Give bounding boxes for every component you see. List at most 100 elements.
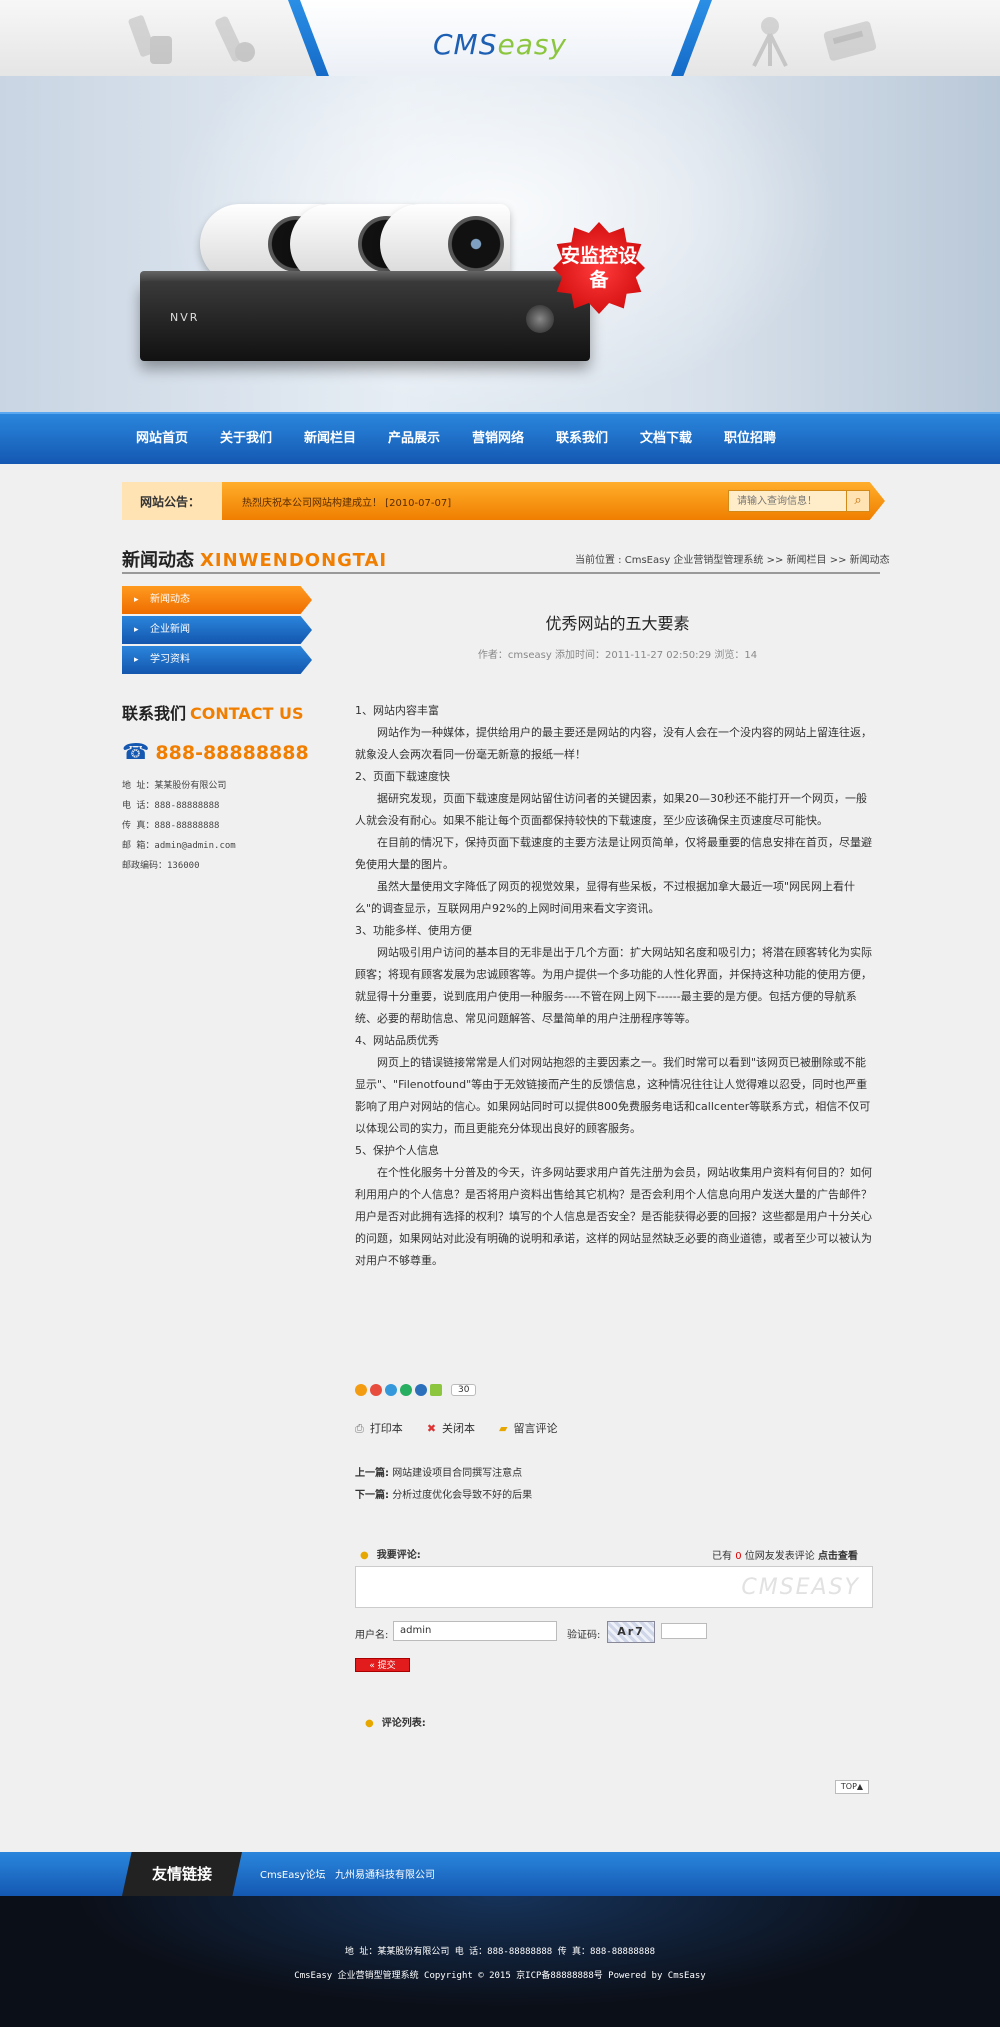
share-bar: 30 — [355, 1384, 477, 1396]
article-subheading: 5、保护个人信息 — [355, 1144, 439, 1157]
captcha-image[interactable]: Ar7 — [607, 1621, 655, 1643]
friend-links-label: 友情链接 — [122, 1852, 242, 1896]
article-subheading: 4、网站品质优秀 — [355, 1034, 439, 1047]
comment-textarea[interactable]: CMSEASY — [355, 1566, 873, 1608]
comment-count: 已有 0 位网友发表评论 点击查看 — [712, 1547, 858, 1562]
comment-header-label: 我要评论: — [376, 1550, 421, 1561]
search-icon: ⌕ — [854, 493, 862, 508]
nav-item-marketing[interactable]: 营销网络 — [456, 414, 540, 464]
footer-contact: 地 址：某某股份有限公司 电 话：888-88888888 传 真：888-88… — [344, 1947, 656, 1957]
next-label: 下一篇: — [355, 1490, 389, 1501]
share-count: 30 — [451, 1384, 477, 1396]
nvr-device-image: NVR — [140, 281, 590, 361]
nav-item-products[interactable]: 产品展示 — [372, 414, 456, 464]
share-more-icon[interactable] — [430, 1384, 442, 1396]
search-input[interactable] — [728, 490, 848, 512]
contact-title: 联系我们 CONTACT US — [122, 700, 304, 724]
contact-phone: ☎ 888-88888888 — [122, 740, 309, 765]
share-icon[interactable] — [355, 1384, 367, 1396]
arrow-right-icon: ▸ — [134, 595, 139, 605]
print-button[interactable]: ⎙ 打印本 — [355, 1420, 403, 1436]
nav-item-about[interactable]: 关于我们 — [204, 414, 288, 464]
print-label: 打印本 — [369, 1422, 403, 1435]
close-button[interactable]: ✖ 关闭本 — [427, 1420, 475, 1436]
nav-item-news[interactable]: 新闻栏目 — [288, 414, 372, 464]
section-title-cn: 新闻动态 — [122, 550, 194, 571]
logo-easy-text: easy — [497, 28, 568, 61]
article-title: 优秀网站的五大要素 — [545, 614, 690, 633]
prev-article: 上一篇: 网站建设项目合同撰写注意点 — [355, 1464, 522, 1479]
back-to-top-button[interactable]: TOP▲ — [835, 1780, 869, 1794]
username-input[interactable]: admin — [393, 1621, 557, 1641]
section-title-en: XINWENDONGTAI — [200, 550, 388, 571]
article-subheading: 3、功能多样、使用方便 — [355, 924, 472, 937]
comment-label: 留言评论 — [513, 1422, 558, 1435]
friend-link[interactable]: 九州易通科技有限公司 — [335, 1866, 435, 1881]
article-paragraph: 网页上的错误链接常常是人们对网站抱怨的主要因素之一。我们时常可以看到"该网页已被… — [355, 1056, 871, 1135]
comment-list-header: ● 评论列表: — [365, 1714, 426, 1729]
nav-item-home[interactable]: 网站首页 — [120, 414, 204, 464]
article-tools: ⎙ 打印本 ✖ 关闭本 ▰ 留言评论 — [355, 1420, 582, 1436]
count-prefix: 已有 — [712, 1551, 732, 1562]
printer-icon: ⎙ — [355, 1422, 364, 1435]
section-title: 新闻动态 XINWENDONGTAI — [122, 546, 387, 572]
footer-copyright: CmsEasy 企业营销型管理系统 Copyright © 2015 京ICP备… — [294, 1971, 706, 1981]
arrow-right-icon: ▸ — [134, 625, 139, 635]
nav-item-downloads[interactable]: 文档下载 — [624, 414, 708, 464]
telephone-icon: ☎ — [122, 740, 150, 765]
article-subheading: 2、页面下载速度快 — [355, 770, 450, 783]
section-divider — [122, 572, 880, 574]
article-paragraph: 在目前的情况下，保持页面下载速度的主要方法是让网页简单，仅将最重要的信息安排在首… — [355, 836, 872, 871]
comment-list-label: 评论列表: — [381, 1718, 426, 1729]
share-icon[interactable] — [370, 1384, 382, 1396]
bullet-icon: ● — [365, 1718, 374, 1729]
contact-email: 邮 箱：admin@admin.com — [122, 841, 236, 851]
sidebar-item-news[interactable]: ▸ 新闻动态 — [122, 586, 312, 614]
article-paragraph: 在个性化服务十分普及的今天，许多网站要求用户首先注册为会员，网站收集用户资料有何… — [355, 1166, 872, 1267]
next-link[interactable]: 分析过度优化会导致不好的后果 — [392, 1490, 532, 1501]
captcha-input[interactable] — [661, 1623, 707, 1639]
count-suffix: 位网友发表评论 — [744, 1551, 815, 1562]
prev-link[interactable]: 网站建设项目合同撰写注意点 — [392, 1468, 522, 1479]
wrench-icon — [215, 16, 255, 62]
next-article: 下一篇: 分析过度优化会导致不好的后果 — [355, 1486, 532, 1501]
sidebar-item-label: 企业新闻 — [150, 624, 190, 635]
nav-item-jobs[interactable]: 职位招聘 — [708, 414, 792, 464]
handset-icon — [128, 15, 172, 64]
view-comments-link[interactable]: 点击查看 — [818, 1551, 858, 1562]
notice-text[interactable]: 热烈庆祝本公司网站构建成立！ [2010-07-07] — [242, 494, 451, 509]
notice-bar: 网站公告： 热烈庆祝本公司网站构建成立！ [2010-07-07] ⌕ — [122, 482, 885, 520]
article-body: 1、网站内容丰富网站作为一种媒体，提供给用户的最主要还是网站的内容，没有人会在一… — [355, 700, 875, 1272]
contact-tel: 电 话：888-88888888 — [122, 801, 220, 811]
sidebar-item-label: 学习资料 — [150, 654, 190, 665]
arrow-right-icon: ▸ — [134, 655, 139, 665]
breadcrumb[interactable]: 当前位置 : CmsEasy 企业营销型管理系统 >> 新闻栏目 >> 新闻动态 — [575, 551, 890, 566]
share-icon[interactable] — [400, 1384, 412, 1396]
article-paragraph: 据研究发现，页面下载速度是网站留住访问者的关键因素，如果20—30秒还不能打开一… — [355, 792, 867, 827]
main-nav: 网站首页 关于我们 新闻栏目 产品展示 营销网络 联系我们 文档下载 职位招聘 — [0, 412, 1000, 464]
comment-watermark: CMSEASY — [741, 1575, 860, 1600]
friend-link[interactable]: CmsEasy论坛 — [260, 1866, 326, 1881]
article-paragraph: 虽然大量使用文字降低了网页的视觉效果，显得有些呆板，不过根据加拿大最近一项"网民… — [355, 880, 856, 915]
logo-cms-text: CMS — [432, 28, 498, 61]
banner: NVR 安监控设备 — [0, 76, 1000, 412]
contact-title-cn: 联系我们 — [122, 704, 187, 723]
sidebar-item-company-news[interactable]: ▸ 企业新闻 — [122, 616, 312, 644]
article-paragraph: 网站作为一种媒体，提供给用户的最主要还是网站的内容，没有人会在一个没内容的网站上… — [355, 726, 872, 761]
count-value: 0 — [735, 1551, 742, 1562]
share-icon[interactable] — [385, 1384, 397, 1396]
close-label: 关闭本 — [442, 1422, 476, 1435]
footer: 地 址：某某股份有限公司 电 话：888-88888888 传 真：888-88… — [0, 1896, 1000, 2027]
search-button[interactable]: ⌕ — [846, 490, 870, 512]
phone-number: 888-88888888 — [155, 742, 309, 764]
share-icon[interactable] — [415, 1384, 427, 1396]
article-paragraph: 网站吸引用户访问的基本目的无非是出于几个方面：扩大网站知名度和吸引力；将潜在顾客… — [355, 946, 872, 1025]
submit-button[interactable]: « 提交 — [355, 1658, 410, 1672]
notice-label: 网站公告： — [140, 495, 201, 509]
comment-button[interactable]: ▰ 留言评论 — [499, 1420, 557, 1436]
logo[interactable]: CMSeasy — [300, 0, 700, 84]
article-subheading: 1、网站内容丰富 — [355, 704, 439, 717]
nav-item-contact[interactable]: 联系我们 — [540, 414, 624, 464]
close-icon: ✖ — [426, 1422, 437, 1435]
sidebar-item-study[interactable]: ▸ 学习资料 — [122, 646, 312, 674]
